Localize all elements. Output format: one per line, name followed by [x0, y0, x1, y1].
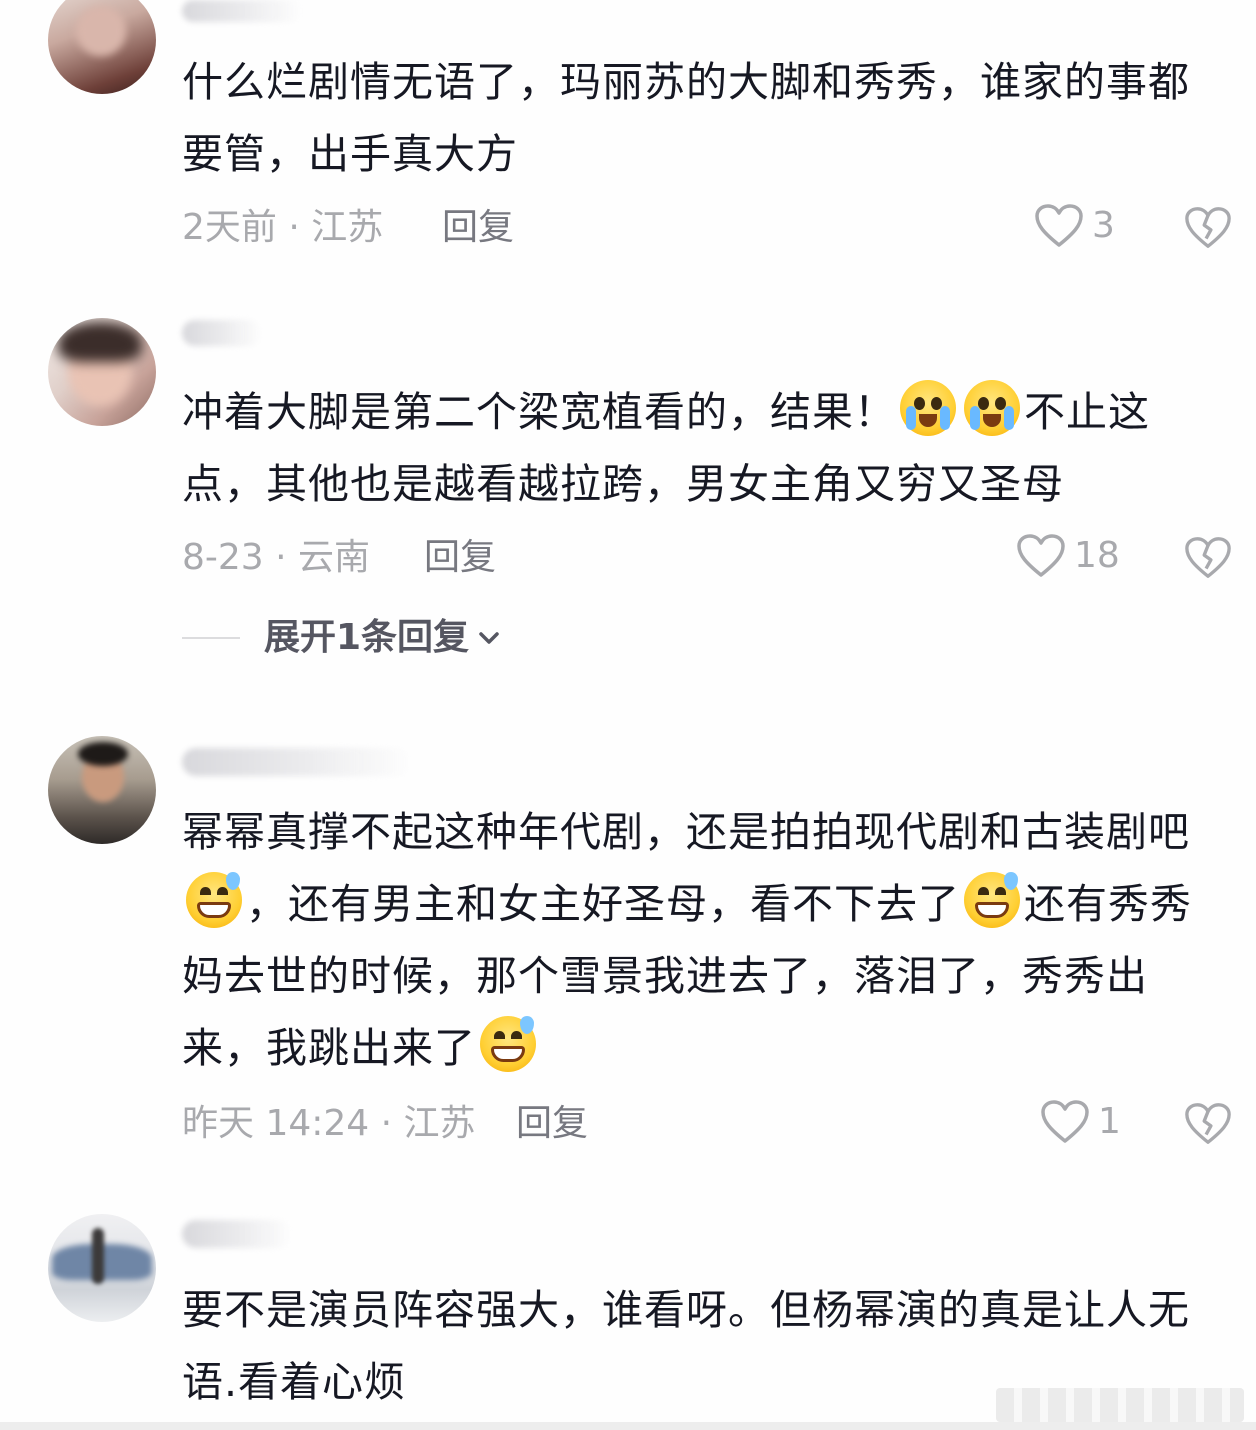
- comment-list: 什么烂剧情无语了，玛丽苏的大脚和秀秀，谁家的事都要管，出手真大方 2天前 · 江…: [0, 0, 1256, 1430]
- comment-item: 幂幂真撑不起这种年代剧，还是拍拍现代剧和古装剧吧 ，还有男主和女主好圣母，看不下去…: [0, 720, 1256, 1160]
- heart-outline-icon: [1017, 534, 1065, 577]
- broken-heart-icon[interactable]: [1184, 204, 1232, 252]
- comment-text: 冲着大脚是第二个梁宽植看的，结果！ 不止这点，其他也是越看越拉跨，男女主角又穷又圣…: [182, 376, 1202, 520]
- comment-text: 什么烂剧情无语了，玛丽苏的大脚和秀秀，谁家的事都要管，出手真大方: [182, 58, 1190, 178]
- grinning-sweat-emoji: [186, 872, 242, 928]
- avatar[interactable]: [48, 736, 156, 844]
- avatar[interactable]: [48, 1214, 156, 1322]
- comment-meta: 昨天 14:24 · 江苏: [182, 1103, 476, 1144]
- username[interactable]: [182, 0, 302, 22]
- like-button[interactable]: 1: [1040, 1098, 1121, 1146]
- heart-outline-icon: [1035, 204, 1083, 247]
- crying-face-emoji: [900, 380, 956, 436]
- username[interactable]: [182, 320, 262, 346]
- comment-item: 什么烂剧情无语了，玛丽苏的大脚和秀秀，谁家的事都要管，出手真大方 2天前 · 江…: [0, 0, 1256, 270]
- grinning-sweat-emoji: [964, 872, 1020, 928]
- like-count: 1: [1098, 1101, 1121, 1142]
- watermark: [996, 1388, 1244, 1422]
- chevron-down-icon: [479, 632, 499, 644]
- bottom-bar: [0, 1422, 1256, 1430]
- avatar[interactable]: [48, 318, 156, 426]
- like-count: 3: [1092, 205, 1115, 246]
- broken-heart-icon[interactable]: [1184, 534, 1232, 582]
- username[interactable]: [182, 748, 412, 776]
- reply-button[interactable]: 回复: [442, 204, 514, 252]
- crying-face-emoji: [964, 380, 1020, 436]
- comment-meta: 2天前 · 江苏: [182, 207, 384, 248]
- like-button[interactable]: 18: [1016, 532, 1120, 580]
- comment-meta: 8-23 · 云南: [182, 537, 371, 578]
- username[interactable]: [182, 1220, 292, 1248]
- expand-replies-button[interactable]: 展开1条回复: [182, 614, 503, 662]
- divider: [182, 637, 240, 639]
- like-button[interactable]: 3: [1034, 202, 1115, 250]
- comment-text: 幂幂真撑不起这种年代剧，还是拍拍现代剧和古装剧吧 ，还有男主和女主好圣母，看不下去…: [182, 808, 1192, 1072]
- like-count: 18: [1074, 535, 1120, 576]
- broken-heart-icon[interactable]: [1184, 1100, 1232, 1148]
- avatar[interactable]: [48, 0, 156, 94]
- expand-replies-label: 展开1条回复: [264, 617, 470, 658]
- grinning-sweat-emoji: [480, 1016, 536, 1072]
- reply-button[interactable]: 回复: [424, 534, 496, 582]
- reply-button[interactable]: 回复: [516, 1100, 588, 1148]
- heart-outline-icon: [1041, 1100, 1089, 1143]
